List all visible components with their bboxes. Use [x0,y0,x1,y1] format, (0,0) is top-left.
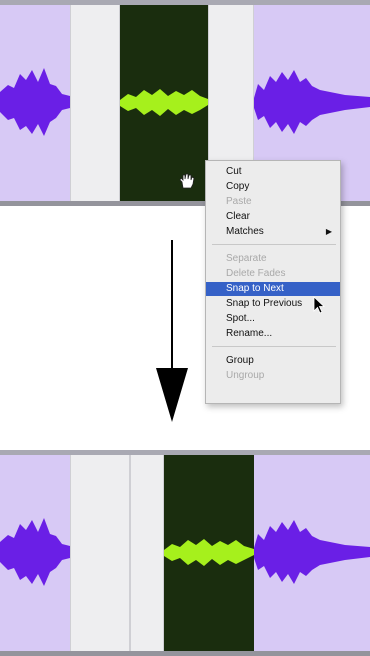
waveform-selected-clip [164,539,254,566]
waveform-selected-clip [120,89,208,116]
arrow-pointer-icon [313,296,326,314]
waveforms [0,518,370,586]
menu-item-clear[interactable]: Clear [206,210,340,224]
menu-item-ungroup: Ungroup [226,370,265,381]
chevron-right-icon: ▶ [325,227,332,236]
menu-separator [212,346,336,347]
menu-item-cut[interactable]: Cut [206,165,340,179]
hand-cursor-icon [179,173,195,189]
menu-item-group[interactable]: Group [206,354,340,368]
menu-item-matches[interactable]: Matches ▶ [206,225,340,239]
menu-item-matches-label: Matches [226,226,264,237]
down-arrow-icon [156,240,188,422]
track-after [0,450,370,656]
menu-item-paste: Paste [226,196,252,207]
menu-item-separate: Separate [226,253,267,264]
menu-item-delete-fades: Delete Fades [226,268,286,279]
menu-item-snap-to-next[interactable]: Snap to Next [206,282,340,296]
context-menu: Cut Copy Paste Clear Matches ▶ Separate … [205,160,341,404]
menu-separator [212,244,336,245]
menu-item-rename[interactable]: Rename... [206,327,340,341]
menu-item-copy[interactable]: Copy [206,180,340,194]
waveform-right [254,520,370,584]
waveform-left [0,68,70,136]
waveform-right [254,70,370,134]
waveform-left [0,518,70,586]
